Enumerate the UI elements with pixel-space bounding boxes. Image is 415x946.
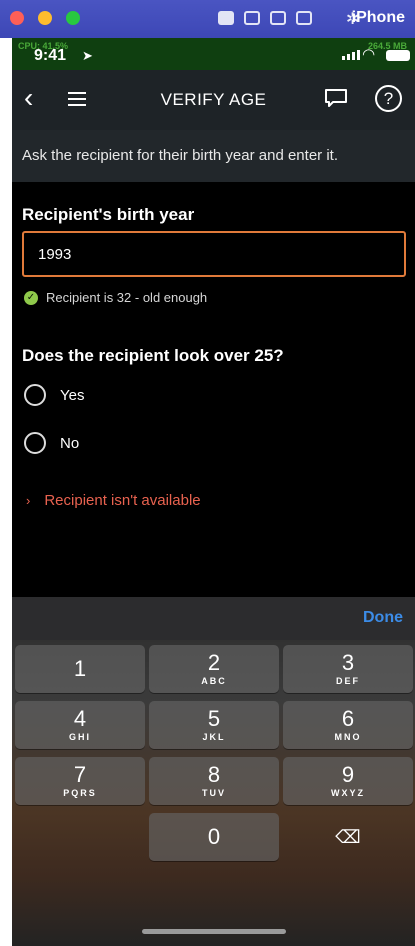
mirroring-title-bar: ✲ iPhone xyxy=(0,0,415,38)
window-title: iPhone xyxy=(351,9,405,26)
cellular-signal-icon xyxy=(342,50,360,60)
backspace-icon: ⌫ xyxy=(335,827,361,847)
chat-bubble-icon[interactable] xyxy=(324,88,348,108)
key-7[interactable]: 7 PQRS xyxy=(15,757,145,805)
status-time: 9:41 xyxy=(34,47,67,64)
key-5[interactable]: 5 JKL xyxy=(149,701,279,749)
ios-status-bar: CPU: 41.5% 264.5 MB 9:41 ➤ ◠ xyxy=(12,38,415,70)
screen-icon[interactable] xyxy=(296,11,312,25)
radio-option-no[interactable]: No xyxy=(24,432,79,454)
radio-option-yes[interactable]: Yes xyxy=(24,384,84,406)
camera-icon[interactable] xyxy=(218,11,234,25)
key-6[interactable]: 6 MNO xyxy=(283,701,413,749)
radio-label: Yes xyxy=(60,386,85,404)
key-0[interactable]: 0 xyxy=(149,813,279,861)
key-3[interactable]: 3 DEF xyxy=(283,645,413,693)
age-validation-message: ✓ Recipient is 32 - old enough xyxy=(24,290,207,305)
birth-year-label: Recipient's birth year xyxy=(22,205,195,224)
recipient-unavailable-label: Recipient isn't available xyxy=(44,492,201,509)
help-icon[interactable]: ? xyxy=(375,85,402,112)
look-over-25-question: Does the recipient look over 25? xyxy=(22,346,284,365)
radio-circle-icon[interactable] xyxy=(24,432,46,454)
key-8[interactable]: 8 TUV xyxy=(149,757,279,805)
key-1[interactable]: 1 xyxy=(15,645,145,693)
wifi-icon: ◠ xyxy=(362,46,376,63)
birth-year-input[interactable] xyxy=(22,231,406,277)
chevron-right-icon: › xyxy=(26,493,31,508)
location-arrow-icon: ➤ xyxy=(82,48,93,63)
battery-icon xyxy=(386,50,410,61)
check-circle-icon: ✓ xyxy=(24,290,38,305)
page-title: VERIFY AGE xyxy=(160,90,267,109)
key-2[interactable]: 2 ABC xyxy=(149,645,279,693)
validation-text: Recipient is 32 - old enough xyxy=(46,290,208,305)
headphones-icon[interactable] xyxy=(270,11,286,25)
delete-key[interactable]: ⌫ xyxy=(283,813,413,861)
keyboard-accessory-bar: Done xyxy=(12,597,415,640)
nav-bar: ‹ VERIFY AGE ? xyxy=(12,70,415,130)
key-9[interactable]: 9 WXYZ xyxy=(283,757,413,805)
minimize-window-button[interactable] xyxy=(38,11,52,25)
zoom-window-button[interactable] xyxy=(66,11,80,25)
radio-label: No xyxy=(60,434,80,452)
numeric-keypad: Done 1 2 ABC 3 DEF 4 GHI 5 JKL 6 MNO 7 PQRS 8T… xyxy=(12,597,415,946)
key-4[interactable]: 4 GHI xyxy=(15,701,145,749)
video-icon[interactable] xyxy=(244,11,260,25)
radio-circle-icon[interactable] xyxy=(24,384,46,406)
mirroring-toolbar xyxy=(218,11,312,25)
done-button[interactable]: Done xyxy=(363,609,403,627)
instruction-banner: Ask the recipient for their birth year a… xyxy=(12,130,415,182)
home-indicator[interactable] xyxy=(142,929,286,934)
close-window-button[interactable] xyxy=(10,11,24,25)
recipient-unavailable-link[interactable]: › Recipient isn't available xyxy=(26,492,201,509)
verify-age-screen: ‹ VERIFY AGE ? Ask the recipient for the… xyxy=(12,70,415,946)
instruction-text: Ask the recipient for their birth year a… xyxy=(22,147,338,164)
